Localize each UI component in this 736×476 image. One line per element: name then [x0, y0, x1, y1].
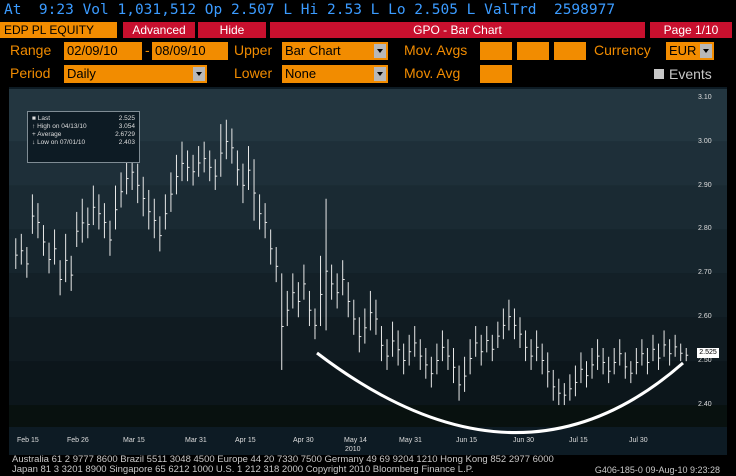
chart-band: [9, 229, 727, 274]
x-tick-label: May 14: [344, 437, 367, 444]
x-tick-label: Mar 15: [123, 437, 145, 444]
y-tick-label: 2.60: [698, 313, 712, 321]
range-separator: -: [145, 42, 150, 58]
legend-last-value: 2.525: [118, 115, 135, 122]
currency-select-value: EUR: [669, 43, 697, 58]
security-field[interactable]: EDP PL EQUITY: [0, 22, 117, 38]
y-tick-label: 2.90: [698, 181, 712, 189]
chart-band: [9, 273, 727, 318]
toolbar: EDP PL EQUITY Advanced Hide GPO - Bar Ch…: [0, 20, 736, 40]
x-tick-label: Jul 15: [569, 437, 588, 444]
lower-mov-avg-input[interactable]: [480, 65, 512, 83]
events-label: Events: [669, 66, 712, 82]
upper-label: Upper: [234, 42, 273, 58]
lower-label: Lower: [234, 65, 273, 81]
chart-title: GPO - Bar Chart: [270, 22, 645, 38]
x-tick-label: May 31: [399, 437, 422, 444]
range-start-input[interactable]: 02/09/10: [64, 42, 142, 60]
chevron-down-icon: [374, 67, 386, 81]
last-price-tag: 2.525: [697, 348, 719, 358]
period-label: Period: [10, 65, 51, 81]
y-tick-label: 2.50: [698, 357, 712, 365]
range-end-input[interactable]: 08/09/10: [152, 42, 228, 60]
y-tick-label: 3.00: [698, 137, 712, 145]
range-label: Range: [10, 42, 52, 58]
x-tick-label: Jun 30: [513, 437, 535, 444]
currency-select[interactable]: EUR: [666, 42, 714, 60]
footer: Australia 61 2 9777 8600 Brazil 5511 304…: [0, 455, 736, 476]
x-tick-label: Apr 30: [293, 437, 314, 444]
mov-avg-1-input[interactable]: [480, 42, 512, 60]
mov-avg-label: Mov. Avg: [404, 65, 461, 81]
advanced-button[interactable]: Advanced: [123, 22, 195, 38]
legend-high-label: High on 04/13/10: [37, 123, 87, 130]
legend-average-label: Average: [37, 131, 62, 138]
mov-avg-3-input[interactable]: [554, 42, 586, 60]
footer-line2: Japan 81 3 3201 8900 Singapore 65 6212 1…: [12, 464, 474, 475]
x-tick-label: Mar 31: [185, 437, 207, 444]
chevron-down-icon: [374, 44, 386, 58]
y-tick-label: 3.10: [698, 93, 712, 101]
ticker-line: At 9:23 Vol 1,031,512 Op 2.507 L Hi 2.53…: [0, 0, 736, 20]
y-tick-label: 2.40: [698, 401, 712, 409]
year-label: 2010: [345, 446, 361, 453]
legend-last-label: Last: [37, 115, 51, 122]
x-tick-label: Apr 15: [235, 437, 256, 444]
hide-button[interactable]: Hide: [198, 22, 266, 38]
period-select-value: Daily: [67, 66, 96, 81]
legend-average-value: 2.6729: [115, 131, 135, 138]
legend-low-value: 2.403: [118, 139, 135, 146]
footer-code: G406-185-0 09-Aug-10 9:23:28: [594, 465, 720, 475]
chart-band: [9, 361, 727, 406]
upper-select-value: Bar Chart: [285, 43, 341, 58]
events-checkbox[interactable]: [654, 69, 664, 79]
x-tick-label: Feb 15: [17, 437, 39, 444]
chevron-down-icon: [193, 67, 205, 81]
chart-panel: ■ Last 2.525 ↑ High on 04/13/10 3.054 + Av…: [9, 87, 727, 457]
legend-high-value: 3.054: [118, 123, 135, 130]
page-indicator[interactable]: Page 1/10: [650, 22, 732, 38]
y-tick-label: 2.70: [698, 269, 712, 277]
period-select[interactable]: Daily: [64, 65, 207, 83]
x-tick-label: Jul 30: [629, 437, 648, 444]
mov-avgs-label: Mov. Avgs: [404, 42, 468, 58]
legend-low-label: Low on 07/01/10: [37, 139, 86, 146]
x-tick-label: Feb 26: [67, 437, 89, 444]
x-tick-label: Jun 15: [456, 437, 478, 444]
chart-legend: ■ Last 2.525 ↑ High on 04/13/10 3.054 + Av…: [27, 111, 140, 163]
y-tick-label: 2.80: [698, 225, 712, 233]
currency-label: Currency: [594, 42, 651, 58]
chevron-down-icon: [700, 44, 712, 58]
upper-select[interactable]: Bar Chart: [282, 42, 388, 60]
chart-band: [9, 185, 727, 230]
lower-select[interactable]: None: [282, 65, 388, 83]
mov-avg-2-input[interactable]: [517, 42, 549, 60]
lower-select-value: None: [285, 66, 317, 81]
